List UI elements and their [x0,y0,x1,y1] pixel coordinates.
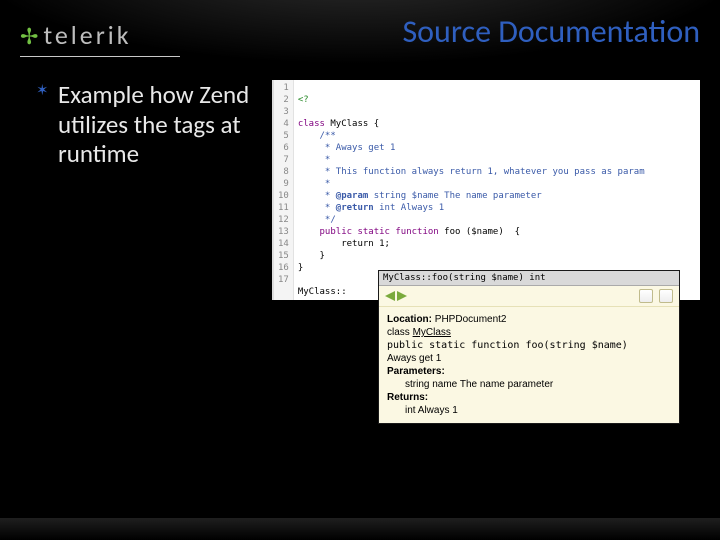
line-number: 5 [278,130,289,142]
bullet-column: Example how Zend utilizes the tags at ru… [36,80,252,300]
code-line: return 1; [298,239,390,249]
line-number: 14 [278,238,289,250]
line-number: 10 [278,190,289,202]
bottom-strip [0,518,720,540]
line-number: 16 [278,262,289,274]
brand-logo: ✢telerik [20,19,132,51]
brand-text: telerik [43,19,131,51]
source-code: <? class MyClass { /** * Aways get 1 * *… [294,80,649,300]
tooltip-parameter-row: string name The name parameter [387,379,671,390]
tooltip-full-signature: public static function foo(string $name) [387,340,671,351]
tooltip-toolbar [379,286,679,307]
slide-title: Source Documentation [402,12,700,51]
tooltip-nav [385,291,407,301]
code-line: <? [298,95,309,105]
intellisense-tooltip: MyClass::foo(string $name) int Location:… [378,270,680,424]
tooltip-body: Location: PHPDocument2 class MyClass pub… [379,307,679,423]
code-line: * [298,155,331,165]
code-editor: 1234567891011121314151617 <? class MyCla… [272,80,700,300]
prev-arrow-icon[interactable] [385,291,395,301]
line-number: 6 [278,142,289,154]
slide-header: ✢telerik Source Documentation [20,12,700,51]
bullet-item: Example how Zend utilizes the tags at ru… [36,80,252,169]
tooltip-summary: Aways get 1 [387,353,671,364]
line-number: 4 [278,118,289,130]
code-line: * @return int Always 1 [298,203,444,213]
tooltip-action-icon[interactable] [639,289,653,303]
line-number: 1 [278,82,289,94]
tooltip-location: Location: PHPDocument2 [387,314,671,325]
code-line: class MyClass { [298,119,379,129]
code-line: * This function always return 1, whateve… [298,167,645,177]
code-line: * Aways get 1 [298,143,396,153]
line-gutter: 1234567891011121314151617 [274,80,294,300]
tooltip-signature-bar: MyClass::foo(string $name) int [379,271,679,286]
code-line: /** [298,131,336,141]
tooltip-class: class MyClass [387,327,671,338]
tooltip-return-row: int Always 1 [387,405,671,416]
code-line: MyClass:: [298,287,347,297]
line-number: 13 [278,226,289,238]
code-line: * [298,179,331,189]
line-number: 17 [278,274,289,286]
code-line: */ [298,215,336,225]
code-panel: 1234567891011121314151617 <? class MyCla… [272,80,700,300]
line-number: 7 [278,154,289,166]
line-number: 11 [278,202,289,214]
next-arrow-icon[interactable] [397,291,407,301]
code-line: public static function foo ($name) { [298,227,520,237]
line-number: 3 [278,106,289,118]
line-number: 12 [278,214,289,226]
brand-diamond-icon: ✢ [20,23,41,50]
code-line: * @param string $name The name parameter [298,191,542,201]
line-number: 15 [278,250,289,262]
code-line: } [298,263,303,273]
line-number: 9 [278,178,289,190]
line-number: 8 [278,166,289,178]
tooltip-parameters-label: Parameters: [387,366,671,377]
line-number: 2 [278,94,289,106]
tooltip-returns-label: Returns: [387,392,671,403]
tooltip-action-icon[interactable] [659,289,673,303]
tooltip-actions [639,289,673,303]
header-underline [20,56,180,57]
code-line: } [298,251,325,261]
